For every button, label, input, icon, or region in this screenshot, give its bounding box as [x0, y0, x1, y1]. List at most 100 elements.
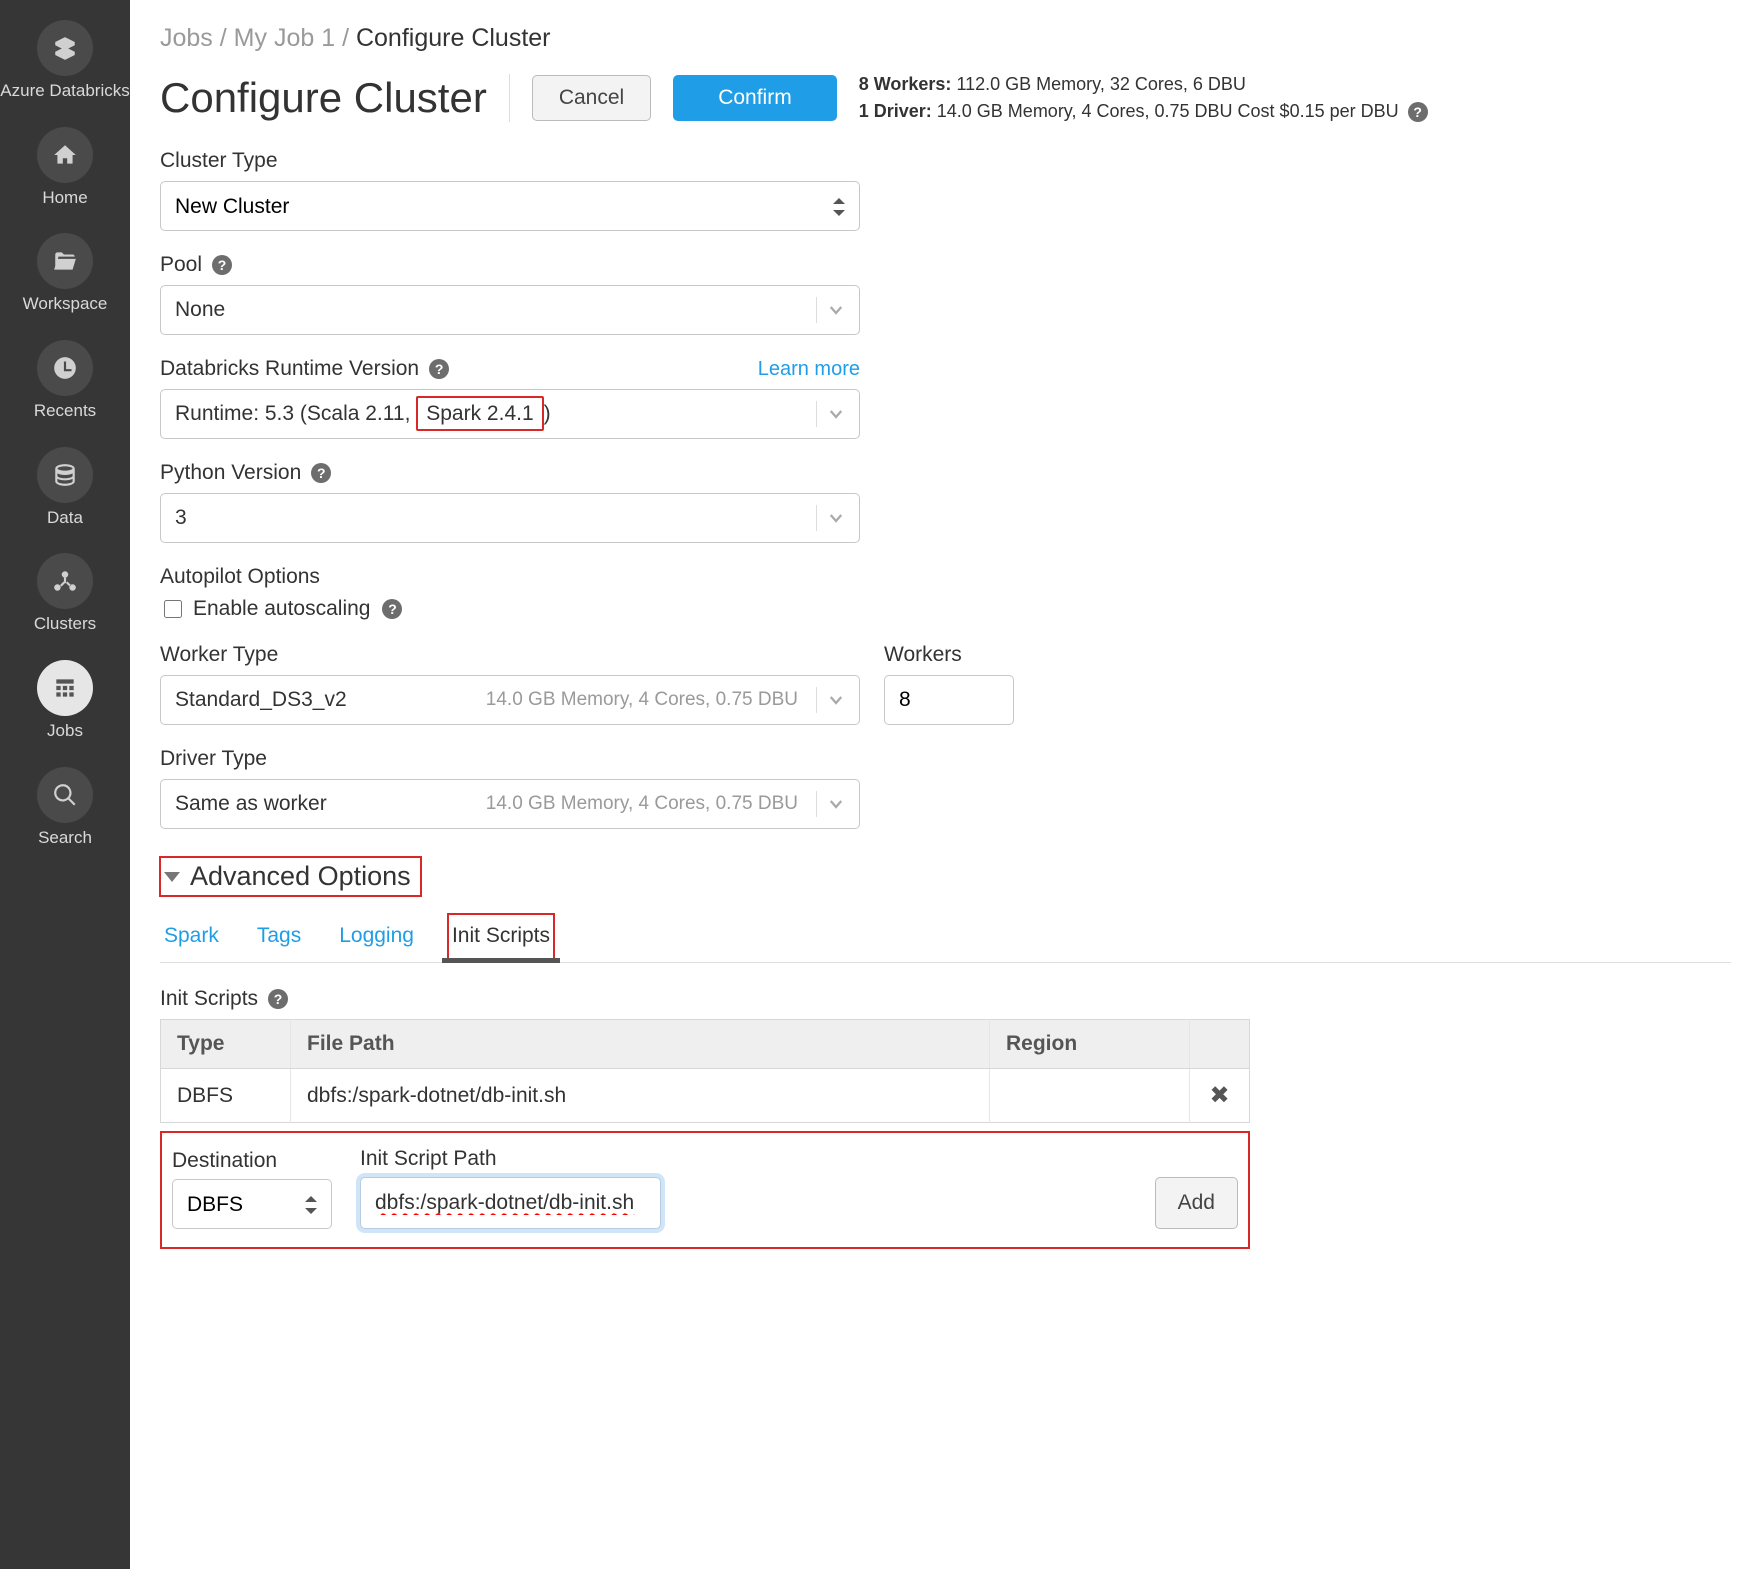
folder-open-icon: [37, 233, 93, 289]
delete-row-button[interactable]: ✖: [1190, 1069, 1250, 1123]
header-row: Configure Cluster Cancel Confirm 8 Worke…: [160, 71, 1731, 125]
autoscale-label: Enable autoscaling: [193, 597, 370, 621]
field-worker: Worker Type Standard_DS3_v2 14.0 GB Memo…: [160, 643, 1731, 725]
worker-type-hint: 14.0 GB Memory, 4 Cores, 0.75 DBU: [486, 689, 806, 711]
chevron-down-icon: [827, 405, 845, 423]
breadcrumb-job[interactable]: My Job 1: [234, 24, 335, 52]
python-value: 3: [175, 506, 806, 530]
col-path: File Path: [291, 1020, 990, 1069]
chevron-down-icon: [827, 795, 845, 813]
init-scripts-table: Type File Path Region DBFS dbfs:/spark-d…: [160, 1019, 1250, 1123]
tab-spark[interactable]: Spark: [160, 914, 223, 962]
driver-type-dropdown[interactable]: Same as worker 14.0 GB Memory, 4 Cores, …: [160, 779, 860, 829]
enable-autoscale-checkbox[interactable]: Enable autoscaling ?: [160, 597, 860, 621]
help-icon[interactable]: ?: [1408, 102, 1428, 122]
database-icon: [37, 447, 93, 503]
tab-tags[interactable]: Tags: [253, 914, 305, 962]
cluster-icon: [37, 553, 93, 609]
summary-driver-label: 1 Driver:: [859, 101, 932, 121]
col-type: Type: [161, 1020, 291, 1069]
runtime-highlight: Spark 2.4.1: [416, 396, 543, 431]
brand-label: Azure Databricks: [0, 82, 129, 101]
sidebar-item-workspace[interactable]: Workspace: [0, 223, 130, 330]
main-content: Jobs / My Job 1 / Configure Cluster Conf…: [130, 0, 1761, 1569]
cell-path: dbfs:/spark-dotnet/db-init.sh: [291, 1069, 990, 1123]
autoscale-input[interactable]: [164, 600, 182, 618]
help-icon[interactable]: ?: [382, 599, 402, 619]
help-icon[interactable]: ?: [429, 359, 449, 379]
chevron-down-icon: [827, 301, 845, 319]
label-driver-type: Driver Type: [160, 747, 860, 771]
sidebar-label-home: Home: [42, 189, 87, 208]
cluster-type-select[interactable]: New Cluster: [160, 181, 860, 231]
label-worker-type: Worker Type: [160, 643, 860, 667]
sidebar-label-workspace: Workspace: [23, 295, 108, 314]
worker-type-value: Standard_DS3_v2: [175, 688, 486, 712]
label-autopilot: Autopilot Options: [160, 565, 860, 589]
cluster-summary: 8 Workers: 112.0 GB Memory, 32 Cores, 6 …: [859, 71, 1428, 125]
label-python: Python Version: [160, 461, 301, 485]
label-workers: Workers: [884, 643, 1014, 667]
sidebar-item-recents[interactable]: Recents: [0, 330, 130, 437]
cell-region: [990, 1069, 1190, 1123]
label-runtime: Databricks Runtime Version: [160, 357, 419, 381]
sidebar-label-clusters: Clusters: [34, 615, 96, 634]
field-cluster-type: Cluster Type New Cluster: [160, 149, 860, 231]
label-init-path: Init Script Path: [360, 1147, 1127, 1171]
runtime-dropdown[interactable]: Runtime: 5.3 (Scala 2.11, Spark 2.4.1): [160, 389, 860, 439]
breadcrumb-jobs[interactable]: Jobs: [160, 24, 213, 52]
label-pool: Pool: [160, 253, 202, 277]
worker-type-dropdown[interactable]: Standard_DS3_v2 14.0 GB Memory, 4 Cores,…: [160, 675, 860, 725]
sidebar-item-jobs[interactable]: Jobs: [0, 650, 130, 757]
learn-more-link[interactable]: Learn more: [758, 358, 860, 381]
sidebar: Azure Databricks Home Workspace Recents …: [0, 0, 130, 1569]
add-init-script-block: Destination DBFS Init Script Path Add: [160, 1131, 1250, 1249]
page-title: Configure Cluster: [160, 74, 510, 122]
chevron-down-icon: [827, 509, 845, 527]
help-icon[interactable]: ?: [311, 463, 331, 483]
cancel-button[interactable]: Cancel: [532, 75, 651, 121]
sidebar-item-clusters[interactable]: Clusters: [0, 543, 130, 650]
summary-driver-value: 14.0 GB Memory, 4 Cores, 0.75 DBU Cost $…: [937, 101, 1399, 121]
breadcrumb: Jobs / My Job 1 / Configure Cluster: [160, 24, 1731, 53]
pool-value: None: [175, 298, 806, 322]
sidebar-label-search: Search: [38, 829, 92, 848]
advanced-tabs: Spark Tags Logging Init Scripts: [160, 914, 1731, 963]
label-destination: Destination: [172, 1149, 332, 1173]
add-button[interactable]: Add: [1155, 1177, 1238, 1229]
summary-workers-label: 8 Workers:: [859, 74, 952, 94]
field-driver: Driver Type Same as worker 14.0 GB Memor…: [160, 747, 860, 829]
tab-logging[interactable]: Logging: [335, 914, 418, 962]
field-pool: Pool? None: [160, 253, 860, 335]
driver-type-value: Same as worker: [175, 792, 486, 816]
field-autopilot: Autopilot Options Enable autoscaling ?: [160, 565, 860, 621]
calendar-grid-icon: [37, 660, 93, 716]
brand[interactable]: Azure Databricks: [0, 10, 130, 117]
label-init-scripts: Init Scripts: [160, 987, 258, 1011]
summary-workers-value: 112.0 GB Memory, 32 Cores, 6 DBU: [956, 74, 1245, 94]
table-row: DBFS dbfs:/spark-dotnet/db-init.sh ✖: [161, 1069, 1250, 1123]
col-actions: [1190, 1020, 1250, 1069]
advanced-options-toggle[interactable]: Advanced Options: [160, 857, 421, 896]
sidebar-item-search[interactable]: Search: [0, 757, 130, 864]
chevron-down-icon: [827, 691, 845, 709]
field-python: Python Version? 3: [160, 461, 860, 543]
breadcrumb-current: Configure Cluster: [356, 24, 551, 52]
confirm-button[interactable]: Confirm: [673, 75, 837, 121]
label-cluster-type: Cluster Type: [160, 149, 860, 173]
workers-input[interactable]: [884, 675, 1014, 725]
help-icon[interactable]: ?: [268, 989, 288, 1009]
init-script-path-input[interactable]: [360, 1177, 661, 1229]
python-dropdown[interactable]: 3: [160, 493, 860, 543]
pool-dropdown[interactable]: None: [160, 285, 860, 335]
sidebar-item-home[interactable]: Home: [0, 117, 130, 224]
advanced-label: Advanced Options: [190, 861, 411, 892]
driver-type-hint: 14.0 GB Memory, 4 Cores, 0.75 DBU: [486, 793, 806, 815]
sidebar-label-data: Data: [47, 509, 83, 528]
tab-init-scripts[interactable]: Init Scripts: [448, 914, 554, 962]
sidebar-label-recents: Recents: [34, 402, 96, 421]
init-scripts-section: Init Scripts? Type File Path Region DBFS…: [160, 987, 1250, 1249]
help-icon[interactable]: ?: [212, 255, 232, 275]
sidebar-item-data[interactable]: Data: [0, 437, 130, 544]
destination-select[interactable]: DBFS: [172, 1179, 332, 1229]
